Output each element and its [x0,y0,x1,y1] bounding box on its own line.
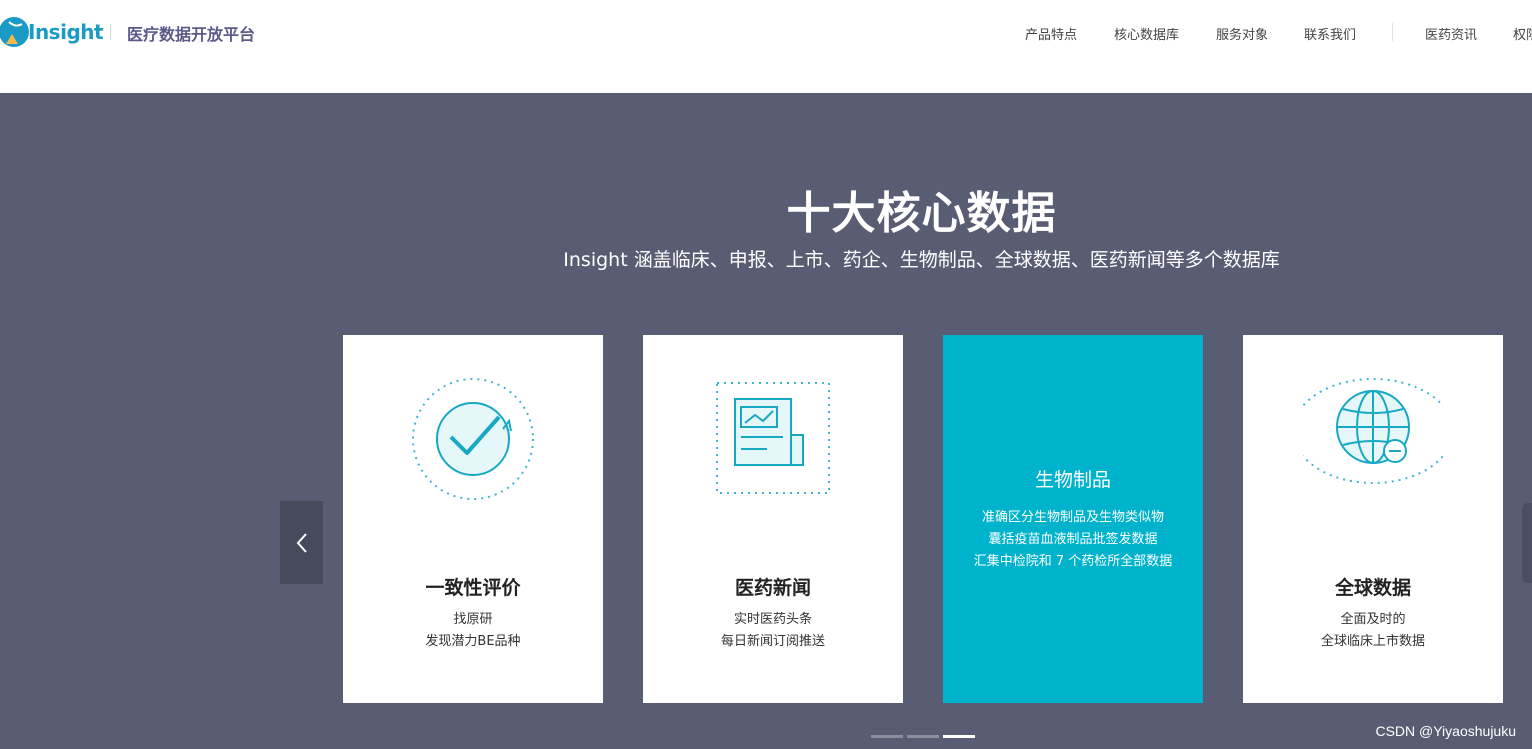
nav-item-news[interactable]: 医药资讯 [1425,24,1477,43]
card-title: 全球数据 [1334,577,1411,599]
card-desc-line: 汇集中检院和 7 个药检所全部数据 [973,554,1173,569]
nav-item-features[interactable]: 产品特点 [1025,24,1077,43]
watermark: CSDN @Yiyaoshujuku [1375,723,1516,739]
card-title: 医药新闻 [734,577,811,599]
nav-item-core-database[interactable]: 核心数据库 [1114,24,1179,43]
card-desc-line: 每日新闻订阅推送 [720,634,825,649]
card-desc-line: 实时医药头条 [733,612,812,627]
card-global-data[interactable]: 全球数据 全面及时的 全球临床上市数据 [1243,335,1503,703]
carousel-dot[interactable] [871,735,903,738]
card-desc-line: 找原研 [453,612,493,627]
carousel-prev-button[interactable] [280,501,323,584]
nav-item-contact[interactable]: 联系我们 [1304,24,1356,43]
card-biologics[interactable]: 生物制品 准确区分生物制品及生物类似物 囊括疫苗血液制品批签发数据 汇集中检院和… [943,335,1203,703]
newspaper-icon [716,382,830,494]
nav-item-permissions[interactable]: 权限 [1513,24,1532,43]
card-desc-line: 准确区分生物制品及生物类似物 [981,510,1164,525]
core-data-section: 十大核心数据 Insight 涵盖临床、申报、上市、药企、生物制品、全球数据、医… [0,93,1532,749]
brand-name[interactable]: Insight [28,20,104,44]
card-desc-line: 发现潜力BE品种 [425,634,521,649]
header-divider [110,24,111,40]
card-consistency-evaluation[interactable]: 一致性评价 找原研 发现潜力BE品种 [343,335,603,703]
nav-item-service-targets[interactable]: 服务对象 [1216,24,1268,43]
section-subtitle: Insight 涵盖临床、申报、上市、药企、生物制品、全球数据、医药新闻等多个数… [563,249,1280,271]
card-desc-line: 全面及时的 [1340,612,1406,627]
card-description: 找原研 发现潜力BE品种 [343,609,603,653]
card-description: 全面及时的 全球临床上市数据 [1243,609,1503,653]
card-desc-line: 全球临床上市数据 [1320,634,1425,649]
card-pharma-news[interactable]: 医药新闻 实时医药头条 每日新闻订阅推送 [643,335,903,703]
card-title: 一致性评价 [425,577,521,599]
nav-divider [1392,23,1393,41]
card-description: 实时医药头条 每日新闻订阅推送 [643,609,903,653]
check-circle-icon [412,378,534,500]
carousel-next-button[interactable] [1522,503,1532,583]
globe-icon [1303,378,1443,484]
platform-title: 医疗数据开放平台 [127,25,256,44]
chevron-left-icon [296,532,307,553]
carousel-dot[interactable] [907,735,939,738]
section-title: 十大核心数据 [786,188,1057,239]
card-title: 生物制品 [1034,469,1111,491]
header-spacer [0,73,1532,93]
header: Insight 医疗数据开放平台 产品特点 核心数据库 服务对象 联系我们 医药… [0,0,1532,73]
carousel-dot-active[interactable] [943,735,975,738]
card-desc-line: 囊括疫苗血液制品批签发数据 [988,532,1158,547]
card-description: 准确区分生物制品及生物类似物 囊括疫苗血液制品批签发数据 汇集中检院和 7 个药… [943,507,1203,573]
